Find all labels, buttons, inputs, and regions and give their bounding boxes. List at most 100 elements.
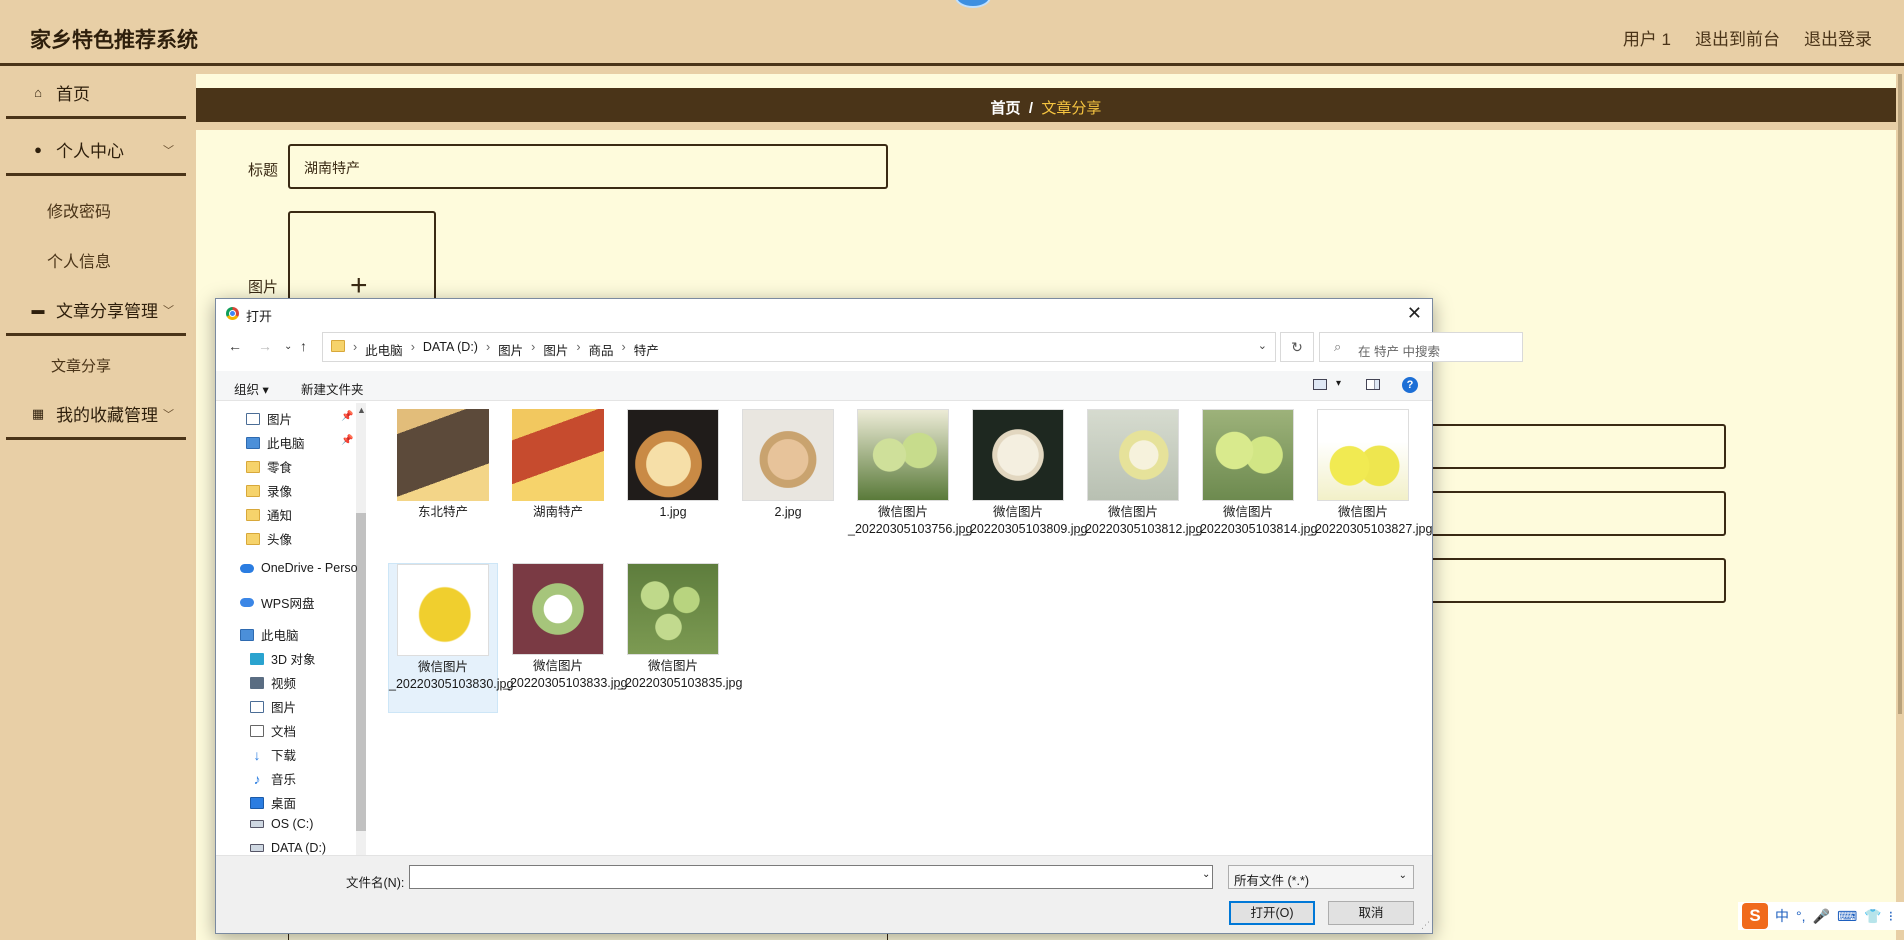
filename-input[interactable]	[409, 865, 1213, 889]
folder-icon	[331, 340, 345, 352]
nav-item-drive-c[interactable]: OS (C:)	[250, 817, 313, 831]
breadcrumb-separator: /	[1028, 100, 1034, 117]
sogou-logo-icon[interactable]: S	[1742, 903, 1768, 929]
back-arrow-icon[interactable]: ←	[228, 338, 242, 354]
file-item-image[interactable]: 微信图片 _20220305103809.jpg	[963, 409, 1087, 538]
file-item-folder[interactable]: 东北特产	[388, 409, 498, 521]
nav-item-this-pc-pinned[interactable]: 此电脑	[246, 433, 305, 452]
nav-item-this-pc[interactable]: 此电脑	[240, 625, 299, 644]
search-input[interactable]: ⌕ 在 特产 中搜索	[1319, 332, 1523, 362]
nav-item-documents[interactable]: 文档	[250, 721, 296, 740]
nav-item-label: 录像	[267, 485, 293, 499]
sidebar-subitem-personal-info[interactable]: 个人信息	[47, 248, 111, 272]
chevron-down-icon[interactable]: ▾	[1336, 378, 1341, 389]
pin-icon: 📌	[341, 411, 354, 422]
cube-icon	[250, 652, 264, 665]
nav-item-folder[interactable]: 通知	[246, 505, 292, 524]
preview-pane-icon[interactable]	[1366, 379, 1380, 390]
logout-link[interactable]: 退出登录	[1804, 25, 1872, 50]
file-name: 1.jpg	[659, 505, 687, 519]
nav-item-folder[interactable]: 录像	[246, 481, 292, 500]
back-to-frontend-link[interactable]: 退出到前台	[1695, 25, 1780, 50]
chevron-down-icon: ﹀	[163, 305, 174, 317]
cancel-button[interactable]: 取消	[1328, 901, 1414, 925]
nav-item-folder[interactable]: 头像	[246, 529, 292, 548]
dialog-toolbar: 组织 ▾ 新建文件夹 ▾ ?	[216, 371, 1432, 401]
image-thumbnail	[1087, 409, 1179, 501]
drive-icon	[250, 844, 264, 852]
title-input[interactable]: 湖南特产	[288, 144, 888, 189]
organize-button[interactable]: 组织 ▾	[234, 379, 269, 398]
file-item-image[interactable]: 微信图片 _20220305103833.jpg	[503, 563, 627, 692]
nav-item-label: 音乐	[271, 773, 297, 787]
pictures-icon	[246, 412, 260, 425]
download-icon: ↓	[253, 746, 261, 763]
nav-item-folder[interactable]: 零食	[246, 457, 292, 476]
floating-orb[interactable]	[955, 0, 991, 8]
recent-dropdown-icon[interactable]: ⌄	[284, 341, 292, 352]
file-item-image[interactable]: 2.jpg	[733, 409, 843, 521]
file-item-folder[interactable]: 湖南特产	[503, 409, 613, 521]
help-icon[interactable]: ?	[1402, 377, 1418, 393]
sidebar: ⌂ 首页 ● 个人中心 ﹀ 修改密码 个人信息 ▬ 文章分享管理 ﹀ 文章分享 …	[0, 69, 196, 940]
file-item-image[interactable]: 微信图片 _20220305103812.jpg	[1078, 409, 1202, 538]
microphone-icon[interactable]: 🎤	[1813, 908, 1830, 925]
monitor-icon: ▬	[31, 302, 45, 317]
page-scrollbar[interactable]	[1898, 74, 1902, 714]
nav-item-onedrive[interactable]: OneDrive - Perso	[240, 561, 358, 575]
address-bar[interactable]: › 此电脑 › DATA (D:) › 图片 › 图片 › 商品 › 特产 ⌄	[322, 332, 1276, 362]
nav-item-label: OS (C:)	[271, 817, 314, 831]
ime-chinese-mode[interactable]: 中	[1775, 906, 1789, 926]
file-item-image[interactable]: 微信图片 _20220305103814.jpg	[1193, 409, 1317, 538]
home-icon: ⌂	[34, 85, 42, 100]
keyboard-icon[interactable]: ⌨	[1837, 908, 1857, 925]
file-type-select[interactable]: 所有文件 (*.*) ⌄	[1228, 865, 1414, 889]
ime-punctuation-icon[interactable]: °,	[1796, 908, 1806, 924]
nav-item-pictures-pinned[interactable]: 图片	[246, 409, 292, 428]
up-arrow-icon[interactable]: ↑	[300, 338, 307, 354]
nav-item-label: 下载	[271, 749, 297, 763]
sidebar-subitem-change-password[interactable]: 修改密码	[47, 198, 111, 222]
image-thumbnail	[627, 409, 719, 501]
sidebar-item-article-management[interactable]: ▬ 文章分享管理 ﹀	[6, 286, 186, 336]
nav-item-desktop[interactable]: 桌面	[250, 793, 296, 812]
path-segment[interactable]: 此电脑	[365, 340, 403, 359]
sidebar-subitem-article-share[interactable]: 文章分享	[51, 355, 111, 376]
nav-item-downloads[interactable]: ↓ 下载	[250, 745, 297, 764]
file-item-image-selected[interactable]: 微信图片 _20220305103830.jpg	[388, 563, 513, 713]
path-segment[interactable]: 特产	[634, 340, 659, 359]
path-segment[interactable]: 商品	[589, 340, 614, 359]
path-segment[interactable]: 图片	[543, 340, 568, 359]
sidebar-item-home[interactable]: ⌂ 首页	[6, 69, 186, 119]
nav-item-music[interactable]: ♪ 音乐	[250, 769, 297, 788]
ime-more-icon[interactable]: ⁝	[1889, 908, 1893, 925]
new-folder-button[interactable]: 新建文件夹	[301, 379, 364, 398]
skin-icon[interactable]: 👕	[1864, 908, 1881, 925]
file-item-image[interactable]: 1.jpg	[618, 409, 728, 521]
nav-item-3d-objects[interactable]: 3D 对象	[250, 649, 315, 668]
open-button[interactable]: 打开(O)	[1229, 901, 1315, 925]
view-mode-icon[interactable]	[1313, 379, 1327, 390]
sidebar-item-personal-center[interactable]: ● 个人中心 ﹀	[6, 126, 186, 176]
file-item-image[interactable]: 微信图片 _20220305103827.jpg	[1308, 409, 1432, 538]
nav-item-drive-d[interactable]: DATA (D:)	[250, 841, 326, 855]
nav-item-pictures[interactable]: 图片	[250, 697, 296, 716]
resize-grip-icon[interactable]: ⋰	[1421, 920, 1430, 931]
path-segment[interactable]: DATA (D:)	[423, 340, 478, 359]
nav-item-videos[interactable]: 视频	[250, 673, 296, 692]
breadcrumb-home[interactable]: 首页	[991, 100, 1021, 117]
image-thumbnail	[627, 563, 719, 655]
scroll-up-icon[interactable]: ▲	[357, 405, 366, 415]
refresh-icon[interactable]: ↻	[1280, 332, 1314, 362]
file-item-image[interactable]: 微信图片 _20220305103835.jpg	[618, 563, 742, 692]
nav-item-label: 视频	[271, 677, 297, 691]
file-item-image[interactable]: 微信图片 _20220305103756.jpg	[848, 409, 972, 538]
nav-item-wps-drive[interactable]: WPS网盘	[240, 593, 314, 612]
path-segment[interactable]: 图片	[498, 340, 523, 359]
sidebar-item-favorites-management[interactable]: ▦ 我的收藏管理 ﹀	[6, 390, 186, 440]
app-brand: 家乡特色推荐系统	[30, 29, 198, 52]
close-icon[interactable]: ✕	[1407, 303, 1422, 324]
wps-cloud-icon	[240, 598, 254, 607]
chevron-down-icon[interactable]: ⌄	[1258, 339, 1267, 352]
user-link[interactable]: 用户 1	[1623, 25, 1671, 50]
